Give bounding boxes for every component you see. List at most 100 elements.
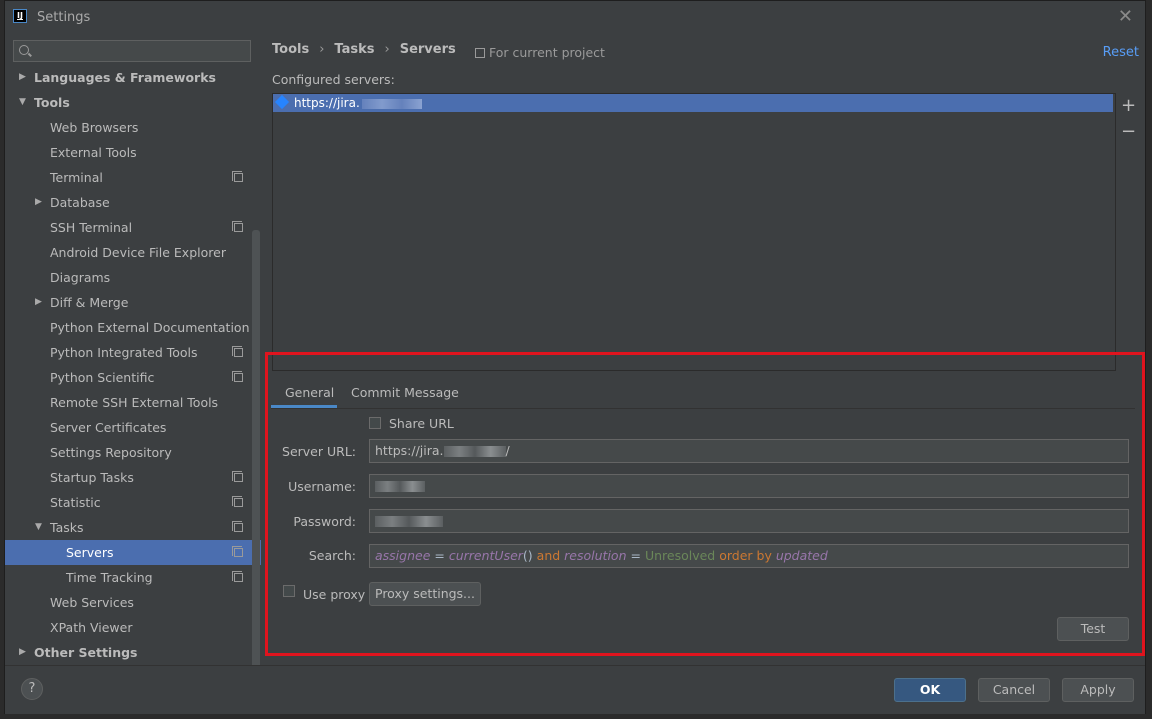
scope-text: For current project [489, 45, 605, 60]
server-url-text: https://jira. [294, 96, 360, 110]
expand-down-icon[interactable]: ▼ [35, 515, 42, 540]
query-token: = [430, 548, 449, 563]
expand-down-icon[interactable]: ▼ [19, 90, 26, 115]
help-button[interactable]: ? [21, 678, 43, 700]
expand-right-icon[interactable]: ▶ [35, 190, 42, 215]
sidebar-item-other-settings[interactable]: ▶ Other Settings [5, 640, 261, 665]
query-token: Unresolved [644, 548, 716, 563]
username-label: Username: [288, 479, 356, 494]
sidebar-item-external-tools[interactable]: External Tools [5, 140, 261, 165]
sidebar-item-label: Web Services [50, 595, 134, 610]
sidebar-item-label: Startup Tasks [50, 470, 134, 485]
breadcrumb-separator: › [384, 42, 390, 57]
server-url-suffix: / [505, 443, 510, 458]
reset-link[interactable]: Reset [1103, 45, 1139, 60]
project-level-icon [232, 546, 243, 557]
sidebar-item-remote-ssh-external-tools[interactable]: Remote SSH External Tools [5, 390, 261, 415]
query-token: resolution [564, 548, 627, 563]
share-url-label: Share URL [389, 416, 454, 431]
share-url-checkbox[interactable] [369, 417, 381, 429]
project-scope-label: For current project [475, 45, 605, 60]
server-list-item[interactable]: https://jira. [273, 94, 1113, 112]
sidebar-item-label: Diagrams [50, 270, 111, 285]
breadcrumb-item[interactable]: Tasks [334, 42, 374, 57]
jira-icon [274, 94, 290, 110]
sidebar-item-settings-repository[interactable]: Settings Repository [5, 440, 261, 465]
sidebar-item-server-certificates[interactable]: Server Certificates [5, 415, 261, 440]
sidebar-item-statistic[interactable]: Statistic [5, 490, 261, 515]
sidebar-item-database[interactable]: ▶ Database [5, 190, 261, 215]
sidebar-item-label: Remote SSH External Tools [50, 395, 219, 410]
search-query-input[interactable]: assignee = currentUser() and resolution … [369, 544, 1129, 568]
sidebar-item-label: Terminal [50, 170, 103, 185]
expand-right-icon[interactable]: ▶ [19, 640, 26, 665]
sidebar-item-label: Servers [66, 545, 114, 560]
settings-tree: ▶ Languages & Frameworks ▼ Tools Web Browser… [5, 65, 261, 665]
sidebar-item-ssh-terminal[interactable]: SSH Terminal [5, 215, 261, 240]
project-level-icon [232, 221, 243, 232]
expand-right-icon[interactable]: ▶ [35, 290, 42, 315]
query-token: () [522, 548, 537, 563]
sidebar-item-python-integrated-tools[interactable]: Python Integrated Tools [5, 340, 261, 365]
project-level-icon [232, 471, 243, 482]
tab-general[interactable]: General [285, 385, 334, 400]
sidebar-item-xpath-viewer[interactable]: XPath Viewer [5, 615, 261, 640]
sidebar-item-label: Time Tracking [66, 570, 153, 585]
sidebar-item-label: Android Device File Explorer [50, 245, 226, 260]
configured-servers-label: Configured servers: [272, 72, 395, 87]
search-label: Search: [308, 548, 356, 563]
active-tab-indicator [271, 405, 337, 408]
expand-right-icon[interactable]: ▶ [19, 65, 26, 90]
project-level-icon [232, 371, 243, 382]
search-icon [19, 45, 29, 55]
sidebar-item-label: Statistic [50, 495, 101, 510]
password-input[interactable] [369, 509, 1129, 533]
sidebar-item-label: Tools [34, 95, 70, 110]
apply-button[interactable]: Apply [1062, 678, 1134, 702]
use-proxy-label: Use proxy [303, 587, 366, 602]
query-token: updated [775, 548, 828, 563]
server-list-toolbar: + − [1117, 93, 1143, 369]
sidebar-item-time-tracking[interactable]: Time Tracking [5, 565, 261, 590]
username-input[interactable] [369, 474, 1129, 498]
sidebar-item-label: Python Integrated Tools [50, 345, 198, 360]
sidebar-item-tasks[interactable]: ▼ Tasks [5, 515, 261, 540]
ok-button[interactable]: OK [894, 678, 966, 702]
sidebar-item-label: Tasks [50, 520, 84, 535]
sidebar-item-startup-tasks[interactable]: Startup Tasks [5, 465, 261, 490]
query-token: = [626, 548, 645, 563]
sidebar-item-android-device-file-explorer[interactable]: Android Device File Explorer [5, 240, 261, 265]
cancel-button[interactable]: Cancel [978, 678, 1050, 702]
sidebar-scrollbar[interactable] [252, 230, 260, 670]
sidebar-item-tools[interactable]: ▼ Tools [5, 90, 261, 115]
server-url-value: https://jira. [375, 443, 444, 458]
sidebar-item-python-external-documentation[interactable]: Python External Documentation [5, 315, 261, 340]
server-url-input[interactable]: https://jira. / [369, 439, 1129, 463]
add-icon[interactable]: + [1121, 95, 1136, 116]
sidebar-item-web-browsers[interactable]: Web Browsers [5, 115, 261, 140]
password-label: Password: [293, 514, 356, 529]
breadcrumb-item[interactable]: Tools [272, 42, 309, 57]
project-icon [475, 48, 485, 58]
sidebar-search-input[interactable] [13, 40, 251, 62]
server-url-label: Server URL: [282, 444, 356, 459]
breadcrumb-item: Servers [399, 42, 456, 57]
sidebar-item-label: Settings Repository [50, 445, 172, 460]
sidebar-item-label: Python Scientific [50, 370, 155, 385]
use-proxy-checkbox[interactable] [283, 585, 295, 597]
sidebar-item-diff-merge[interactable]: ▶ Diff & Merge [5, 290, 261, 315]
remove-icon[interactable]: − [1121, 121, 1136, 142]
sidebar-item-label: Other Settings [34, 645, 138, 660]
sidebar-item-web-services[interactable]: Web Services [5, 590, 261, 615]
tab-commit-message[interactable]: Commit Message [351, 385, 459, 400]
test-button[interactable]: Test [1057, 617, 1129, 641]
sidebar-item-languages-frameworks[interactable]: ▶ Languages & Frameworks [5, 65, 261, 90]
sidebar-item-python-scientific[interactable]: Python Scientific [5, 365, 261, 390]
sidebar-item-terminal[interactable]: Terminal [5, 165, 261, 190]
sidebar-item-label: Database [50, 195, 110, 210]
sidebar-item-diagrams[interactable]: Diagrams [5, 265, 261, 290]
sidebar-item-servers[interactable]: Servers [5, 540, 261, 565]
close-icon[interactable]: ✕ [1118, 6, 1133, 27]
window-title: Settings [37, 10, 91, 25]
proxy-settings-button[interactable]: Proxy settings... [369, 582, 481, 606]
